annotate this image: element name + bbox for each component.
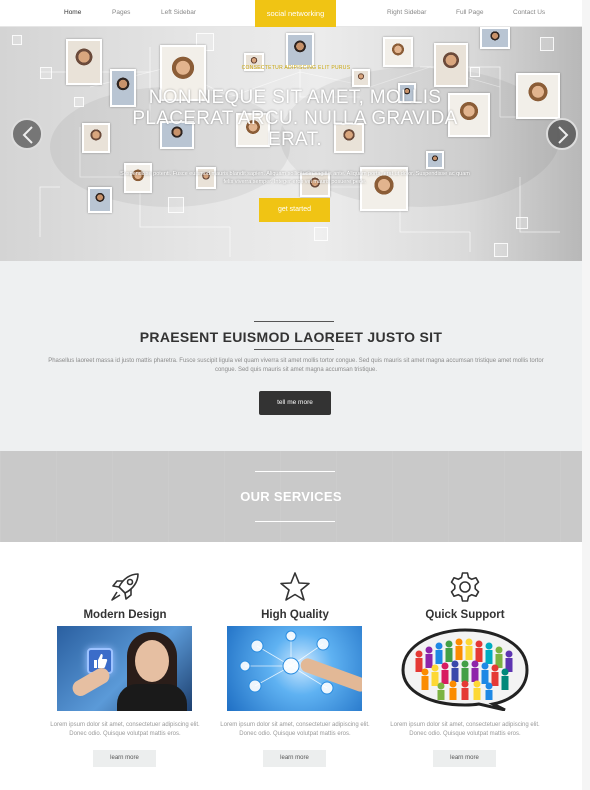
nav-item-home[interactable]: Home <box>64 9 81 16</box>
divider <box>255 471 335 472</box>
learn-more-button[interactable]: learn more <box>263 750 326 767</box>
hero-description: Suspendisse potenti. Fusce euismod mauri… <box>120 171 470 185</box>
profile-photo <box>480 27 510 49</box>
service-text: Lorem ipsum dolor sit amet, consectetuer… <box>50 722 200 737</box>
intro-section: PRAESENT EUISMOD LAOREET JUSTO SIT Phase… <box>0 261 582 451</box>
profile-photo <box>352 69 370 87</box>
hero-slider: CONSECTETUR ADIPISCING ELIT PURUS NON NE… <box>0 27 582 261</box>
node-square <box>470 67 480 77</box>
profile-photo <box>88 187 112 213</box>
services-banner: OUR SERVICES <box>0 451 582 542</box>
person-face-shape <box>135 640 169 682</box>
learn-more-button[interactable]: learn more <box>433 750 496 767</box>
node-square <box>74 97 84 107</box>
profile-photo <box>66 39 102 85</box>
intro-heading: PRAESENT EUISMOD LAOREET JUSTO SIT <box>139 329 443 345</box>
profile-photo <box>383 37 413 67</box>
nav-item-contact-us[interactable]: Contact Us <box>513 9 545 16</box>
divider <box>254 321 334 322</box>
node-square <box>40 67 52 79</box>
page-scrollbar[interactable] <box>582 0 590 790</box>
network-nodes-graphic <box>239 630 334 695</box>
node-square <box>314 227 328 241</box>
person-body-shape <box>117 684 187 711</box>
hero-tagline: CONSECTETUR ADIPISCING ELIT PURUS <box>241 65 351 71</box>
chevron-left-icon <box>22 126 33 144</box>
node-square <box>494 243 508 257</box>
speech-bubble-crowd-graphic <box>401 628 529 711</box>
profile-photo <box>426 151 444 169</box>
slider-next-button[interactable] <box>546 118 578 150</box>
nav-item-left-sidebar[interactable]: Left Sidebar <box>161 9 196 16</box>
divider <box>255 521 335 522</box>
profile-photo <box>434 43 468 87</box>
gear-icon <box>450 572 480 602</box>
nav-item-full-page[interactable]: Full Page <box>456 9 483 16</box>
top-navigation: Home Pages Left Sidebar social networkin… <box>0 0 582 30</box>
nav-item-pages[interactable]: Pages <box>112 9 130 16</box>
profile-photo <box>516 73 560 119</box>
profile-photo <box>82 123 110 153</box>
tell-me-more-button[interactable]: tell me more <box>259 391 331 415</box>
service-title: Quick Support <box>425 609 505 621</box>
intro-text: Phasellus laoreet massa id justo mattis … <box>48 358 544 373</box>
chevron-right-icon <box>558 126 569 144</box>
service-image-quick-support <box>397 626 532 711</box>
brand-logo[interactable]: social networking <box>255 0 336 30</box>
nav-item-right-sidebar[interactable]: Right Sidebar <box>387 9 426 16</box>
service-image-modern-design <box>57 626 192 711</box>
node-square <box>12 35 22 45</box>
get-started-button[interactable]: get started <box>259 198 330 222</box>
star-icon <box>280 572 310 601</box>
service-text: Lorem ipsum dolor sit amet, consectetuer… <box>220 722 370 737</box>
divider <box>254 349 334 350</box>
learn-more-button[interactable]: learn more <box>93 750 156 767</box>
service-image-high-quality <box>227 626 362 711</box>
service-text: Lorem ipsum dolor sit amet, consectetuer… <box>390 722 540 737</box>
profile-photo <box>286 33 314 67</box>
service-title: High Quality <box>261 609 329 621</box>
slider-prev-button[interactable] <box>11 118 43 150</box>
rocket-icon <box>111 573 139 601</box>
node-square <box>168 197 184 213</box>
node-square <box>516 217 528 229</box>
services-heading: OUR SERVICES <box>240 489 342 504</box>
hero-title: NON NEQUE SIT AMET, MOLLIS PLACERAT ARCU… <box>132 87 458 150</box>
node-square <box>540 37 554 51</box>
service-title: Modern Design <box>83 609 167 621</box>
